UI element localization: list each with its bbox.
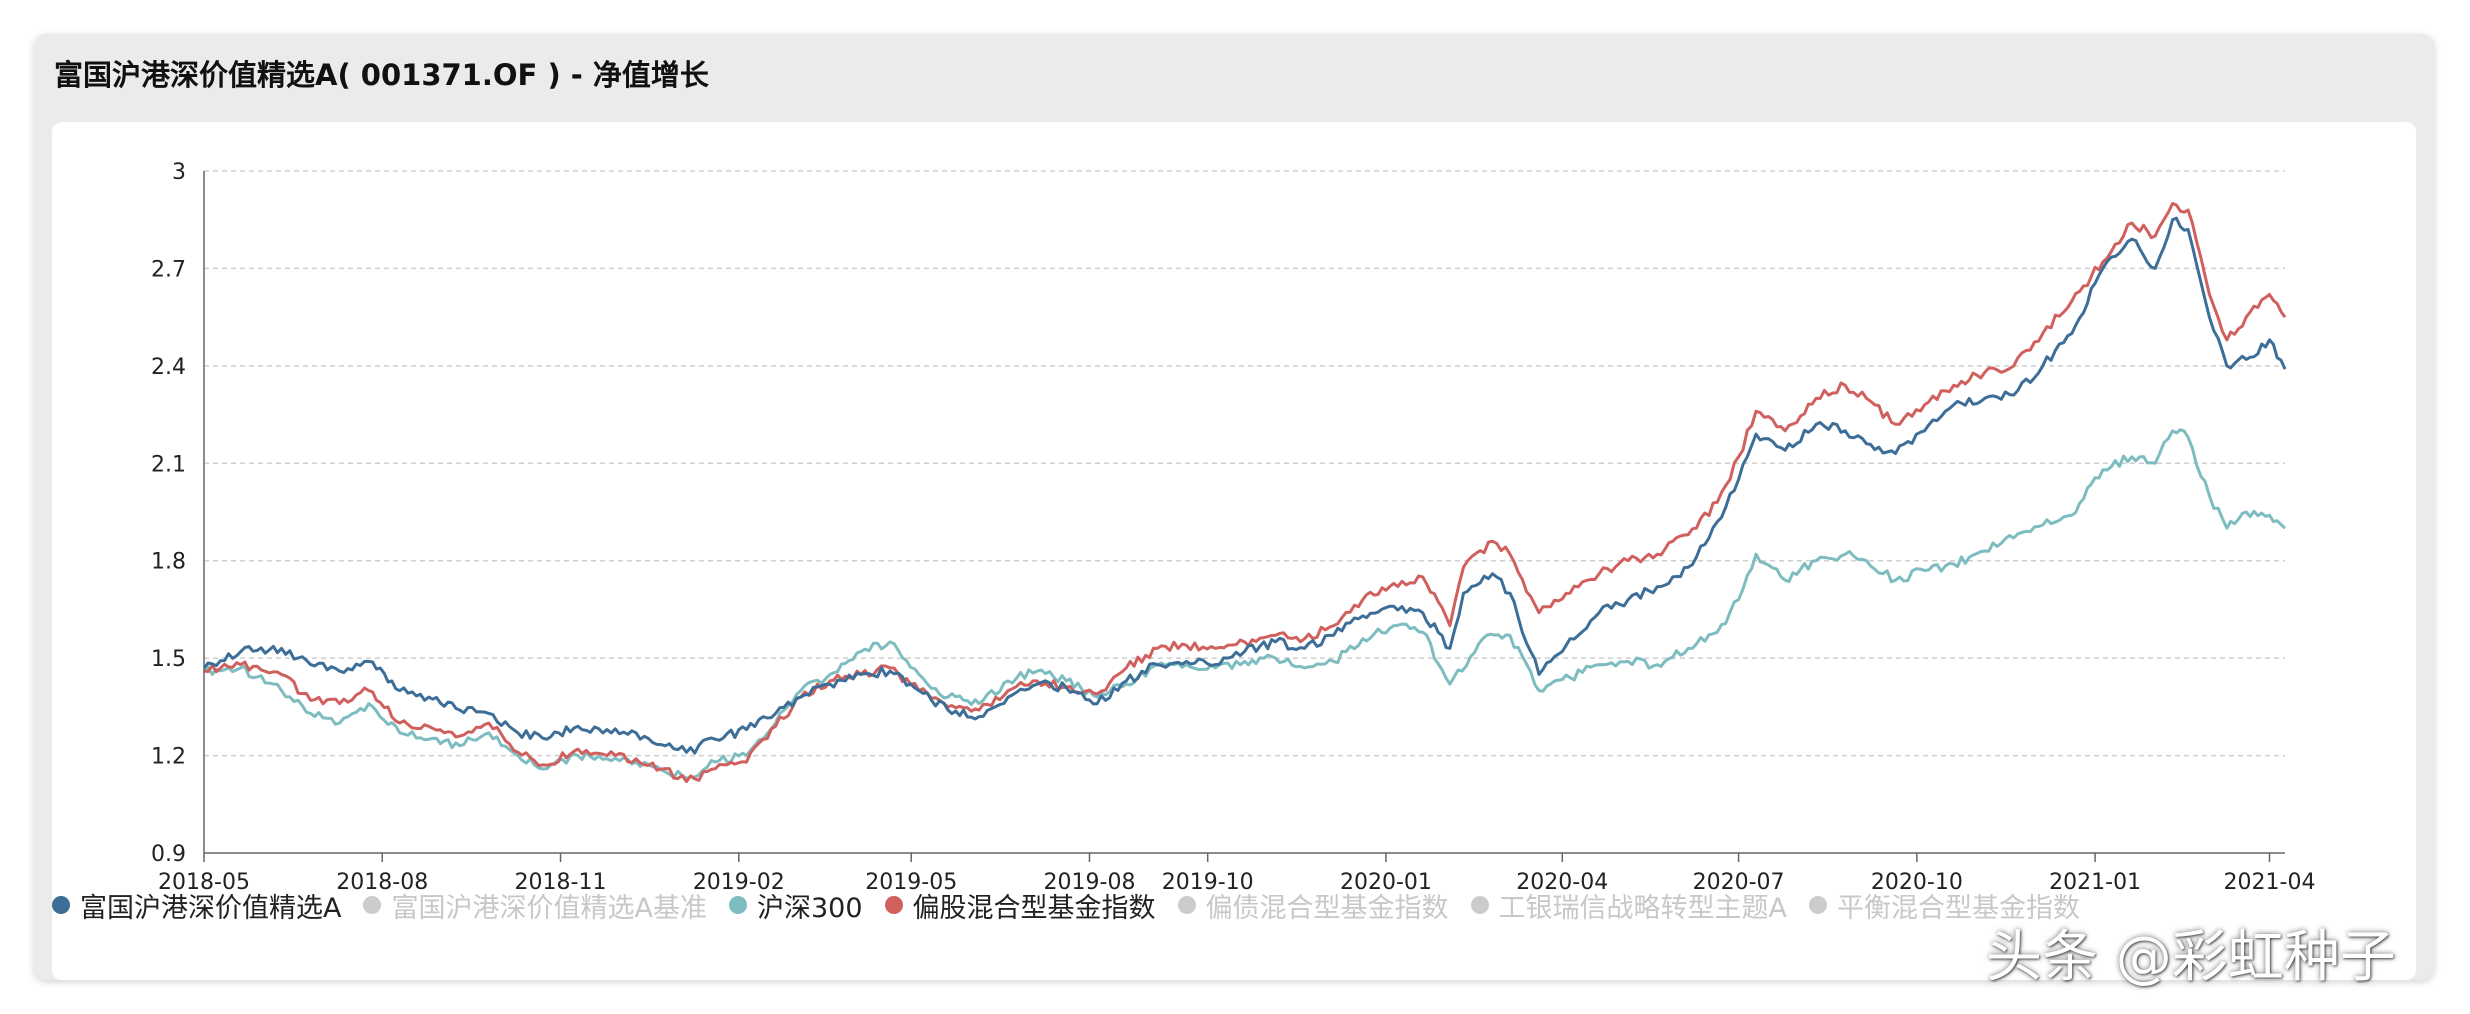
series-layer bbox=[202, 202, 2287, 784]
legend-dot-icon bbox=[1809, 896, 1827, 914]
series-line bbox=[203, 202, 2287, 784]
y-tick-label: 0.9 bbox=[151, 842, 186, 867]
y-tick-label: 2.7 bbox=[151, 257, 186, 282]
legend-item[interactable]: 工银瑞信战略转型主题A bbox=[1470, 886, 1787, 925]
legend-item[interactable]: 富国沪港深价值精选A bbox=[52, 886, 341, 925]
legend-label: 工银瑞信战略转型主题A bbox=[1498, 892, 1787, 924]
legend-label: 沪深300 bbox=[756, 892, 863, 924]
y-tick-label: 3 bbox=[172, 160, 186, 185]
legend-dot-icon bbox=[52, 896, 70, 914]
chart-card: 0.9 1.2 1.5 1.8 2.1 2.4 2.7 3 2018-05 2018-08 2018… bbox=[52, 122, 2416, 980]
axis-layer: 0.91.21.51.82.12.42.732018-05 2018-08 2018… bbox=[151, 160, 2315, 895]
legend-item[interactable]: 偏股混合型基金指数 bbox=[884, 886, 1156, 925]
legend-label: 富国沪港深价值精选A基准 bbox=[391, 892, 707, 924]
chart-panel: 富国沪港深价值精选A( 001371.OF ) - 净值增长 0.9 1.2 1.5… bbox=[34, 34, 2434, 980]
legend-dot-icon bbox=[1470, 896, 1489, 914]
legend-label: 富国沪港深价值精选A bbox=[80, 892, 342, 924]
legend-label: 偏债混合型基金指数 bbox=[1205, 892, 1449, 924]
y-tick-label: 1.2 bbox=[151, 745, 186, 770]
legend-dot-icon bbox=[728, 896, 747, 914]
series-line bbox=[202, 216, 2287, 755]
legend-label: 偏股混合型基金指数 bbox=[912, 892, 1156, 924]
legend-item[interactable]: 偏债混合型基金指数 bbox=[1177, 886, 1449, 925]
y-tick-label: 2.1 bbox=[151, 452, 186, 477]
y-tick-label: 1.8 bbox=[151, 550, 186, 575]
grid-layer bbox=[204, 170, 2285, 757]
y-tick-label: 1.5 bbox=[151, 647, 186, 672]
legend-item[interactable]: 沪深300 bbox=[728, 886, 863, 925]
legend-item[interactable]: 富国沪港深价值精选A基准 bbox=[363, 886, 707, 925]
legend-dot-icon bbox=[884, 896, 903, 914]
legend-dot-icon bbox=[363, 896, 382, 914]
y-tick-label: 2.4 bbox=[151, 355, 186, 380]
watermark: 头条 @彩虹种子 bbox=[1986, 925, 2396, 990]
net-value-line-chart: 0.91.21.51.82.12.42.732018-05 2018-08 2018… bbox=[151, 160, 2315, 895]
series-line bbox=[202, 428, 2287, 780]
legend-dot-icon bbox=[1177, 896, 1196, 914]
panel-title: 富国沪港深价值精选A( 001371.OF ) - 净值增长 bbox=[54, 58, 709, 92]
